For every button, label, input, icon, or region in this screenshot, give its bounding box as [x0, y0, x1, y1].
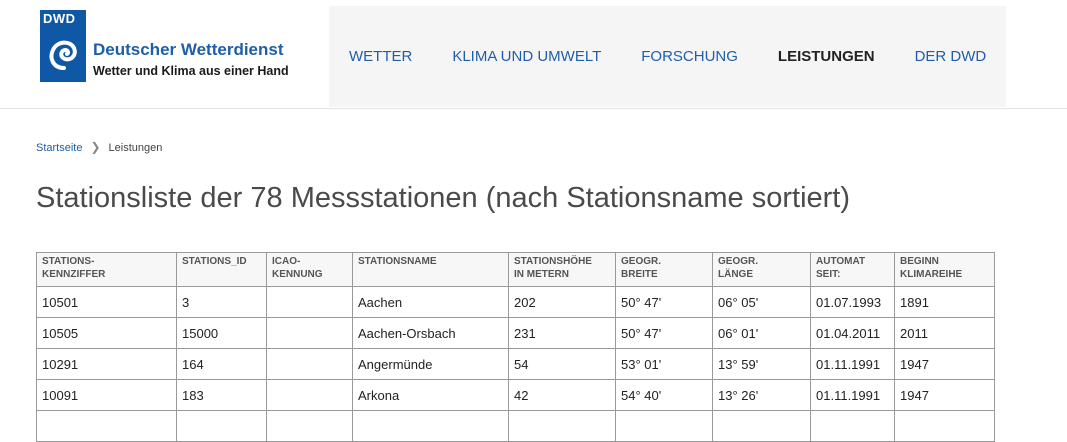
table-cell: 183 [176, 379, 267, 411]
table-cell [894, 410, 995, 442]
table-cell: 42 [508, 379, 616, 411]
table-cell: 01.11.1991 [810, 348, 895, 380]
main-navigation: WETTER KLIMA UND UMWELT FORSCHUNG LEISTUNGE… [329, 6, 1007, 107]
logo-tagline: Wetter und Klima aus einer Hand [93, 64, 289, 78]
table-cell: 54 [508, 348, 616, 380]
column-header: GEOGR. LÄNGE [712, 252, 811, 287]
table-cell [266, 317, 353, 349]
table-cell: 10505 [36, 317, 177, 349]
table-cell: 1947 [894, 348, 995, 380]
table-body: 10501 3 Aachen 202 50° 47' 06° 05' 01.07.1993 1… [36, 286, 995, 442]
page-title: Stationsliste der 78 Messstationen (nach… [36, 182, 851, 214]
column-header: STATIONSNAME [352, 252, 509, 287]
table-cell [352, 410, 509, 442]
table-cell: 01.07.1993 [810, 286, 895, 318]
table-cell [36, 410, 177, 442]
logo-mark: DWD [40, 10, 86, 82]
table-cell [712, 410, 811, 442]
table-header-row: STATIONS- KENNZIFFER STATIONS_ID ICAO- KENNU… [36, 252, 995, 287]
column-header: STATIONS- KENNZIFFER [36, 252, 177, 287]
table-cell: 10291 [36, 348, 177, 380]
breadcrumb-current: Leistungen [108, 142, 163, 154]
nav-item-leistungen[interactable]: LEISTUNGEN [758, 6, 895, 107]
table-cell: 13° 26' [712, 379, 811, 411]
table-cell: 202 [508, 286, 616, 318]
table-cell [176, 410, 267, 442]
table-cell: 54° 40' [615, 379, 713, 411]
table-cell: 50° 47' [615, 286, 713, 318]
logo-abbr: DWD [43, 11, 76, 26]
table-cell: 01.04.2011 [810, 317, 895, 349]
nav-item-wetter[interactable]: WETTER [329, 6, 432, 107]
column-header: STATIONS_ID [176, 252, 267, 287]
table-cell: 01.11.1991 [810, 379, 895, 411]
table-cell: 06° 05' [712, 286, 811, 318]
table-cell: 13° 59' [712, 348, 811, 380]
column-header: AUTOMAT SEIT: [810, 252, 895, 287]
dwd-logo[interactable]: DWD Deutscher Wetterdienst Wetter und Kl… [40, 10, 310, 82]
chevron-right-icon: ❯ [90, 140, 101, 154]
table-cell [266, 410, 353, 442]
breadcrumb: Startseite ❯ Leistungen [36, 140, 162, 154]
logo-name: Deutscher Wetterdienst [93, 40, 284, 59]
swirl-icon [49, 40, 77, 70]
table-cell [508, 410, 616, 442]
table-row: 10291 164 Angermünde 54 53° 01' 13° 59' 01.11.… [36, 348, 995, 380]
breadcrumb-home-link[interactable]: Startseite [36, 142, 82, 154]
column-header: ICAO- KENNUNG [266, 252, 353, 287]
table-cell: 10091 [36, 379, 177, 411]
table-cell: 50° 47' [615, 317, 713, 349]
column-header: GEOGR. BREITE [615, 252, 713, 287]
table-row: 10091 183 Arkona 42 54° 40' 13° 26' 01.11.1991… [36, 379, 995, 411]
table-cell: 1947 [894, 379, 995, 411]
table-cell: 06° 01' [712, 317, 811, 349]
table-row: 10505 15000 Aachen-Orsbach 231 50° 47' 06° 01… [36, 317, 995, 349]
table-cell: 164 [176, 348, 267, 380]
table-row [36, 410, 995, 442]
table-cell: Arkona [352, 379, 509, 411]
column-header: BEGINN KLIMAREIHE [894, 252, 995, 287]
table-row: 10501 3 Aachen 202 50° 47' 06° 05' 01.07.1993 1… [36, 286, 995, 318]
nav-item-der-dwd[interactable]: DER DWD [895, 6, 1007, 107]
table-cell: 15000 [176, 317, 267, 349]
table-cell: Aachen-Orsbach [352, 317, 509, 349]
table-cell [266, 348, 353, 380]
table-cell [615, 410, 713, 442]
table-cell: 231 [508, 317, 616, 349]
table-cell: 53° 01' [615, 348, 713, 380]
table-cell: 2011 [894, 317, 995, 349]
table-cell [810, 410, 895, 442]
column-header: STATIONSHÖHE IN METERN [508, 252, 616, 287]
table-cell: Aachen [352, 286, 509, 318]
site-header: DWD Deutscher Wetterdienst Wetter und Kl… [0, 0, 1067, 109]
table-cell [266, 379, 353, 411]
nav-item-forschung[interactable]: FORSCHUNG [621, 6, 758, 107]
station-table: STATIONS- KENNZIFFER STATIONS_ID ICAO- KENNU… [36, 252, 995, 442]
table-cell [266, 286, 353, 318]
table-cell: Angermünde [352, 348, 509, 380]
table-cell: 3 [176, 286, 267, 318]
station-table-container: STATIONS- KENNZIFFER STATIONS_ID ICAO- KENNU… [36, 252, 995, 442]
nav-item-klima-und-umwelt[interactable]: KLIMA UND UMWELT [432, 6, 621, 107]
table-cell: 10501 [36, 286, 177, 318]
table-cell: 1891 [894, 286, 995, 318]
